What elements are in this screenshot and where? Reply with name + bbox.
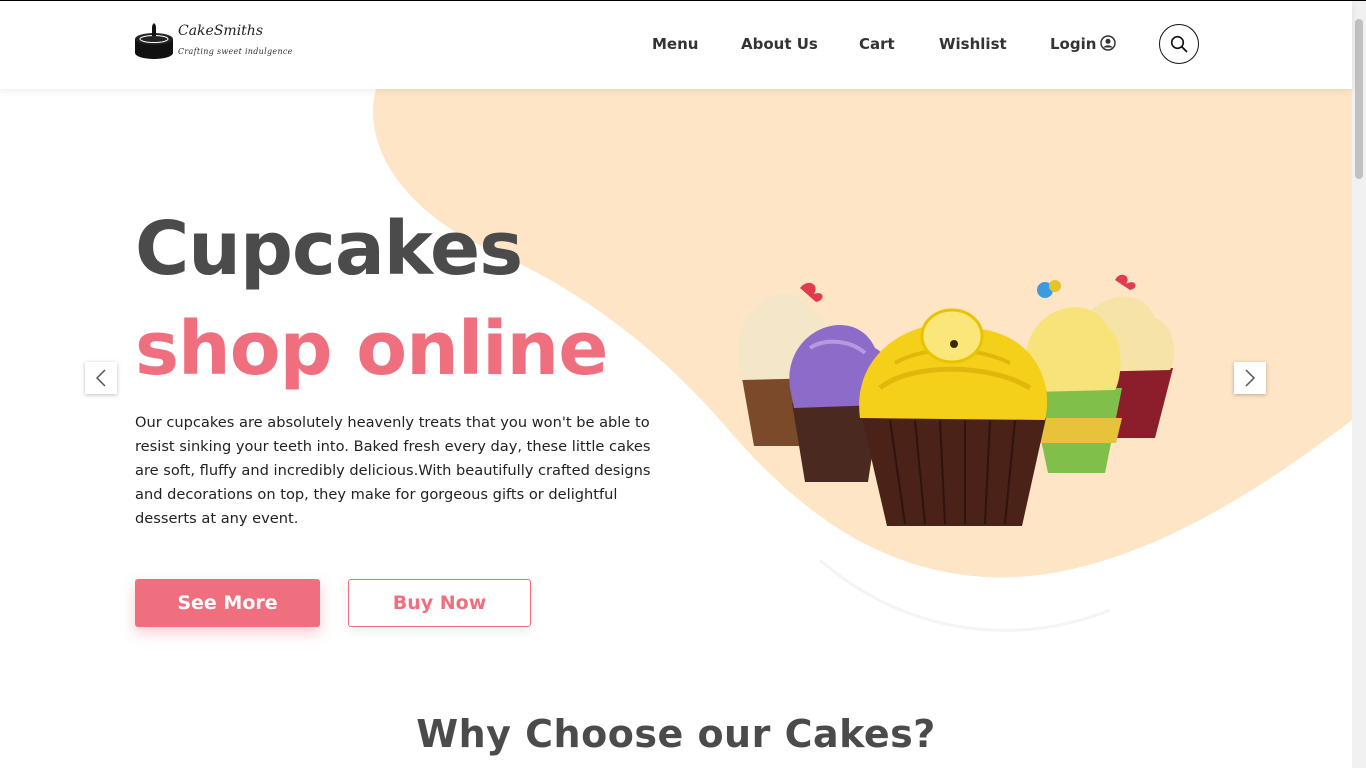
nav-wishlist[interactable]: Wishlist bbox=[939, 35, 1007, 53]
chevron-left-icon bbox=[95, 369, 106, 387]
chevron-right-icon bbox=[1245, 369, 1256, 387]
nav-cart[interactable]: Cart bbox=[859, 35, 895, 53]
brand-name: CakeSmiths bbox=[178, 23, 263, 39]
hero-description: Our cupcakes are absolutely heavenly tre… bbox=[135, 414, 651, 527]
hero-title: Cupcakes bbox=[135, 206, 523, 292]
cupcakes-image bbox=[737, 274, 1175, 526]
carousel-next-button[interactable] bbox=[1234, 362, 1266, 394]
brand-logo[interactable]: CakeSmiths Crafting sweet indulgence bbox=[134, 23, 292, 63]
user-circle-icon bbox=[1100, 35, 1117, 51]
nav-menu[interactable]: Menu bbox=[652, 35, 698, 53]
search-button[interactable] bbox=[1159, 24, 1199, 64]
navbar: CakeSmiths Crafting sweet indulgence Men… bbox=[0, 1, 1352, 89]
hero-subtitle: shop online bbox=[135, 306, 608, 392]
buy-now-button[interactable]: Buy Now bbox=[348, 579, 531, 627]
nav-about-us[interactable]: About Us bbox=[741, 35, 818, 53]
carousel-prev-button[interactable] bbox=[85, 362, 117, 394]
scrollbar-thumb[interactable] bbox=[1355, 19, 1363, 179]
brand-tagline: Crafting sweet indulgence bbox=[178, 47, 293, 56]
nav-login-label: Login bbox=[1050, 35, 1097, 53]
see-more-button[interactable]: See More bbox=[135, 579, 320, 627]
nav-login[interactable]: Login bbox=[1050, 35, 1117, 53]
section-title: Why Choose our Cakes? bbox=[416, 712, 936, 756]
page-scrollbar[interactable] bbox=[1352, 1, 1366, 768]
search-icon bbox=[1170, 35, 1188, 53]
cake-logo-icon bbox=[135, 23, 173, 59]
